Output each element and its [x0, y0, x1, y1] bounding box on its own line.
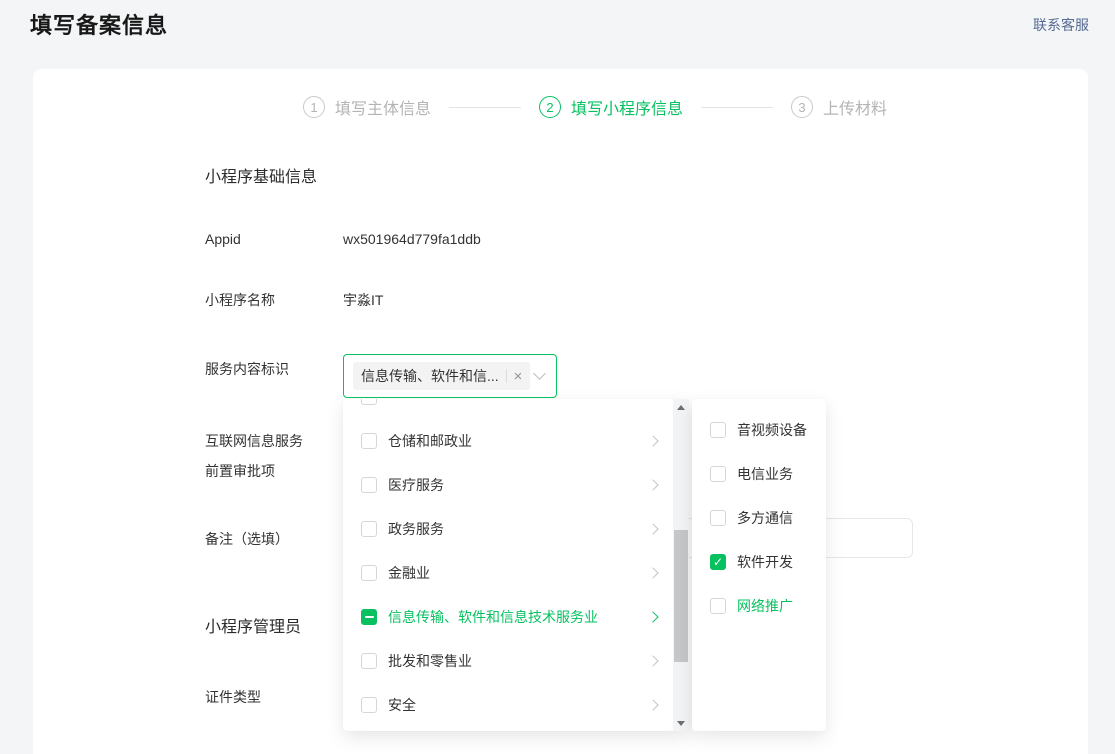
suboption-list: 音视频设备 电信业务 多方通信 软件开发 网络推广	[692, 408, 826, 628]
section-admin-title: 小程序管理员	[205, 617, 301, 639]
category-item[interactable]: 医疗服务	[343, 463, 673, 507]
checkbox-icon[interactable]	[361, 653, 377, 669]
checkbox-icon[interactable]	[361, 433, 377, 449]
step-3-circle: 3	[791, 96, 813, 118]
main-card: 1 填写主体信息 2 填写小程序信息 3 上传材料 小程序基础信息 Appid …	[33, 69, 1088, 754]
scrollbar-up-button[interactable]	[673, 399, 689, 415]
chevron-right-icon[interactable]	[647, 523, 658, 534]
checkbox-icon[interactable]	[710, 422, 726, 438]
checkbox-icon[interactable]	[361, 521, 377, 537]
chevron-right-icon[interactable]	[647, 611, 658, 622]
service-content-select[interactable]: 信息传输、软件和信... ×	[343, 354, 557, 398]
suboption-item-checked[interactable]: 软件开发	[692, 540, 826, 584]
suboption-item[interactable]: 多方通信	[692, 496, 826, 540]
checkbox-indeterminate-icon[interactable]	[361, 609, 377, 625]
category-list: 仓储和邮政业 医疗服务 政务服务 金融业	[343, 399, 673, 727]
category-dropdown-panel: 仓储和邮政业 医疗服务 政务服务 金融业	[343, 399, 689, 731]
step-1-circle: 1	[303, 96, 325, 118]
suboption-dropdown-panel: 音视频设备 电信业务 多方通信 软件开发 网络推广	[692, 399, 826, 731]
step-2-miniprogram-info: 2 填写小程序信息	[539, 95, 683, 119]
chevron-down-icon[interactable]	[533, 367, 546, 380]
category-item[interactable]: 安全	[343, 683, 673, 727]
chevron-right-icon[interactable]	[647, 699, 658, 710]
selected-tag-text: 信息传输、软件和信...	[361, 366, 499, 386]
step-1-label: 填写主体信息	[335, 95, 431, 119]
stepper: 1 填写主体信息 2 填写小程序信息 3 上传材料	[303, 95, 887, 119]
step-1-subject-info: 1 填写主体信息	[303, 95, 431, 119]
scrollbar-thumb[interactable]	[674, 530, 688, 662]
appid-label: Appid	[205, 224, 241, 254]
triangle-up-icon	[677, 405, 685, 410]
category-item-label: 医疗服务	[388, 475, 649, 495]
category-item[interactable]: 金融业	[343, 551, 673, 595]
checkbox-icon[interactable]	[710, 598, 726, 614]
step-3-upload-materials: 3 上传材料	[791, 95, 887, 119]
suboption-item-label: 软件开发	[737, 552, 810, 572]
section-basic-info-title: 小程序基础信息	[205, 167, 317, 189]
tag-remove-icon[interactable]: ×	[514, 369, 523, 384]
checkbox-icon[interactable]	[361, 697, 377, 713]
step-connector	[449, 107, 521, 108]
preapproval-label: 互联网信息服务前置审批项	[205, 426, 309, 486]
checkbox-icon[interactable]	[710, 466, 726, 482]
category-item-selected[interactable]: 信息传输、软件和信息技术服务业	[343, 595, 673, 639]
selected-tag: 信息传输、软件和信... ×	[353, 362, 530, 390]
step-2-label: 填写小程序信息	[571, 95, 683, 119]
checkbox-checked-icon[interactable]	[710, 554, 726, 570]
step-3-label: 上传材料	[823, 95, 887, 119]
step-2-circle: 2	[539, 96, 561, 118]
scrollbar-down-button[interactable]	[673, 715, 689, 731]
category-item-label: 信息传输、软件和信息技术服务业	[388, 607, 649, 627]
category-item-label: 金融业	[388, 563, 649, 583]
suboption-item-label: 网络推广	[737, 596, 810, 616]
screen: 填写备案信息 联系客服 1 填写主体信息 2 填写小程序信息 3 上传材料 小程…	[0, 0, 1115, 754]
suboption-item-label: 音视频设备	[737, 420, 810, 440]
suboption-item[interactable]: 电信业务	[692, 452, 826, 496]
tag-divider	[506, 369, 507, 383]
checkbox-icon[interactable]	[361, 477, 377, 493]
chevron-right-icon[interactable]	[647, 567, 658, 578]
chevron-right-icon[interactable]	[647, 435, 658, 446]
checkbox-icon[interactable]	[361, 565, 377, 581]
suboption-item-hover[interactable]: 网络推广	[692, 584, 826, 628]
category-item-partial[interactable]	[343, 399, 673, 419]
category-item[interactable]: 批发和零售业	[343, 639, 673, 683]
appid-value: wx501964d779fa1ddb	[343, 229, 481, 249]
suboption-item-label: 电信业务	[737, 464, 810, 484]
chevron-right-icon[interactable]	[647, 655, 658, 666]
checkbox-icon[interactable]	[361, 399, 377, 405]
category-item[interactable]: 仓储和邮政业	[343, 419, 673, 463]
scrollbar[interactable]	[673, 399, 689, 731]
category-item-label: 政务服务	[388, 519, 649, 539]
service-content-label: 服务内容标识	[205, 354, 289, 384]
checkbox-icon[interactable]	[710, 510, 726, 526]
triangle-down-icon	[677, 721, 685, 726]
suboption-item-label: 多方通信	[737, 508, 810, 528]
category-item[interactable]: 政务服务	[343, 507, 673, 551]
category-item-label: 仓储和邮政业	[388, 431, 649, 451]
remark-label: 备注（选填）	[205, 524, 289, 554]
category-item-label: 批发和零售业	[388, 651, 649, 671]
miniprogram-name-label: 小程序名称	[205, 285, 275, 315]
miniprogram-name-value: 宇淼IT	[343, 290, 383, 310]
suboption-item[interactable]: 音视频设备	[692, 408, 826, 452]
category-item-label: 安全	[388, 695, 649, 715]
idtype-label: 证件类型	[205, 682, 261, 712]
contact-support-link[interactable]: 联系客服	[1033, 15, 1089, 35]
step-connector	[701, 107, 773, 108]
page-title: 填写备案信息	[30, 8, 168, 40]
chevron-right-icon[interactable]	[647, 479, 658, 490]
